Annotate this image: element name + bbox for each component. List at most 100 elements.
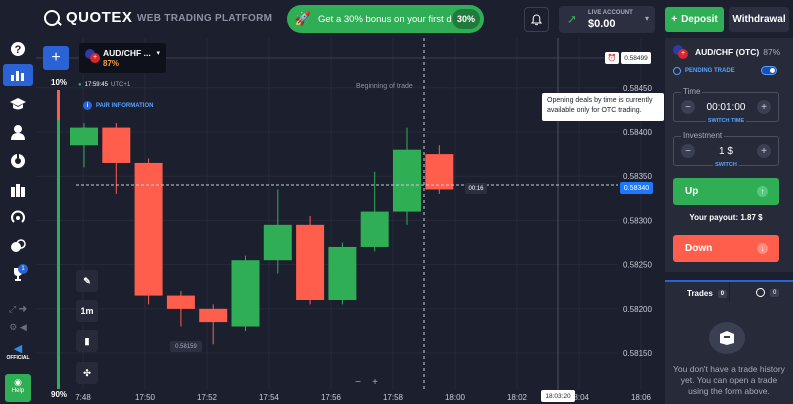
zoom-in-button[interactable]: +: [369, 376, 381, 388]
settings-icon[interactable]: ⚙ ◀: [3, 318, 33, 336]
candle-body: [134, 162, 163, 296]
deposit-button[interactable]: + Deposit: [665, 7, 724, 32]
pending-trade-row: PENDING TRADE: [673, 66, 779, 78]
notifications-button[interactable]: [524, 7, 549, 32]
x-tick-label: 18:02: [507, 393, 528, 402]
indicators-button[interactable]: ✣: [76, 362, 98, 384]
empty-trades-message: You don't have a trade history yet. You …: [673, 364, 785, 396]
official-channel[interactable]: ◀ OFFICIAL: [4, 342, 32, 368]
x-tick-label: 17:58: [383, 393, 404, 402]
history-count-badge: 0: [770, 288, 780, 297]
official-label: OFFICIAL: [6, 355, 30, 361]
up-label: Up: [685, 186, 699, 197]
up-button[interactable]: Up ↑: [673, 178, 779, 205]
switch-link[interactable]: SWITCH: [674, 162, 778, 168]
investment-increase-button[interactable]: +: [757, 144, 771, 158]
draw-tool-button[interactable]: ✎: [76, 270, 98, 292]
bell-icon: [531, 13, 542, 25]
zoom-out-button[interactable]: −: [352, 376, 364, 388]
server-time: 17:59:45: [84, 82, 108, 88]
candle-body: [360, 211, 389, 247]
currency-flags-icon: +: [673, 45, 691, 59]
candle-body: [70, 127, 98, 146]
y-tick-label: 0.58200: [623, 305, 652, 314]
trades-tab-label: Trades: [687, 289, 713, 298]
time-increase-button[interactable]: +: [757, 100, 771, 114]
logo-icon: [44, 9, 60, 26]
chart-type-button[interactable]: ▮: [76, 330, 98, 352]
sentiment-buy-bar: [57, 120, 60, 389]
bar-chart-glyph: [11, 71, 24, 81]
trades-count-badge: 0: [717, 289, 728, 298]
user-icon[interactable]: [8, 123, 28, 141]
deposit-label: Deposit: [681, 14, 718, 25]
chevron-down-icon: ▾: [644, 14, 649, 23]
x-tick-label: 17:56: [321, 393, 342, 402]
x-tick-label: 17:54: [259, 393, 280, 402]
x-tick-label: 18:00: [445, 393, 466, 402]
withdrawal-button[interactable]: Withdrawal: [729, 7, 789, 32]
cursor-time-tag: 18:03:20: [541, 390, 575, 402]
logo[interactable]: QUOTEX: [44, 9, 132, 26]
x-tick-label: 17:52: [197, 393, 218, 402]
arrow-up-icon: ↑: [757, 186, 768, 197]
account-balance: $0.00: [588, 18, 616, 30]
tab-history[interactable]: 0: [756, 288, 780, 297]
current-price-tag: 0.58340: [620, 182, 653, 194]
y-tick-label: 0.58250: [623, 261, 652, 270]
y-tick-label: 0.58400: [623, 128, 652, 137]
asset-selector[interactable]: + AUD/CHF ... 87% ▾: [79, 43, 166, 73]
chart-icon[interactable]: [3, 64, 33, 86]
telegram-icon: ◀: [13, 343, 23, 355]
down-label: Down: [685, 243, 713, 254]
switch-time-link[interactable]: SWITCH TIME: [674, 118, 778, 124]
tab-divider: [729, 282, 730, 302]
alarm-icon[interactable]: ⏰: [605, 52, 619, 64]
promo-banner[interactable]: 🚀 Get a 30% bonus on your first deposit …: [287, 5, 484, 33]
help-button[interactable]: ◉ Help: [5, 374, 31, 402]
candle-body: [102, 127, 131, 163]
account-switcher[interactable]: ➚ LIVE ACCOUNT $0.00 ▾: [559, 6, 655, 33]
signal-glyph: [11, 210, 25, 223]
candle-body: [328, 246, 357, 300]
candle-body: [263, 224, 292, 261]
user-glyph: [11, 125, 25, 140]
switch-label: SWITCH: [713, 162, 739, 168]
timeframe-button[interactable]: 1m: [76, 300, 98, 322]
empty-box-icon: [709, 322, 745, 354]
switch-time-label: SWITCH TIME: [705, 118, 747, 124]
investment-field[interactable]: Investment − 1 $ + SWITCH: [673, 131, 779, 168]
candle-body: [231, 260, 260, 327]
signal-icon[interactable]: [8, 209, 28, 227]
pending-trade-toggle[interactable]: [761, 66, 777, 75]
plus-icon: +: [51, 49, 61, 66]
coins-icon[interactable]: [8, 237, 28, 255]
help-label: Help: [11, 388, 25, 394]
chevron-down-icon: ▾: [156, 50, 160, 57]
x-tick-label: 18:06: [631, 393, 652, 402]
price-low-tag: 0.58159: [170, 341, 202, 352]
fullscreen-icon[interactable]: ⤢ ➜: [3, 300, 33, 318]
candle-body: [393, 149, 421, 212]
pair-information-link[interactable]: i PAIR INFORMATION: [83, 101, 153, 110]
down-button[interactable]: Down ↓: [673, 235, 779, 262]
clock-icon: [756, 288, 765, 297]
server-timezone: UTC+1: [110, 82, 131, 88]
price-tag-top: 0.58499: [621, 52, 651, 64]
y-tick-label: 0.58300: [623, 216, 652, 225]
promo-badge: 30%: [452, 9, 480, 29]
dot-icon: ●: [78, 82, 82, 88]
tab-trades[interactable]: Trades 0: [687, 289, 728, 298]
market-icon[interactable]: [8, 181, 28, 199]
box-glyph: [720, 331, 734, 345]
time-field[interactable]: Time − 00:01:00 + SWITCH TIME: [673, 87, 779, 124]
trend-up-icon: ➚: [567, 12, 578, 26]
pie-glyph: [11, 154, 25, 168]
education-icon[interactable]: [8, 95, 28, 113]
help-circle-icon[interactable]: ?: [8, 40, 28, 58]
add-chart-button[interactable]: +: [43, 46, 69, 70]
beginning-of-trade-label: Beginning of trade: [356, 83, 413, 90]
top-bar: QUOTEX WEB TRADING PLATFORM 🚀 Get a 30% …: [0, 0, 793, 38]
pie-chart-icon[interactable]: [8, 152, 28, 170]
y-tick-label: 0.58150: [623, 349, 652, 358]
